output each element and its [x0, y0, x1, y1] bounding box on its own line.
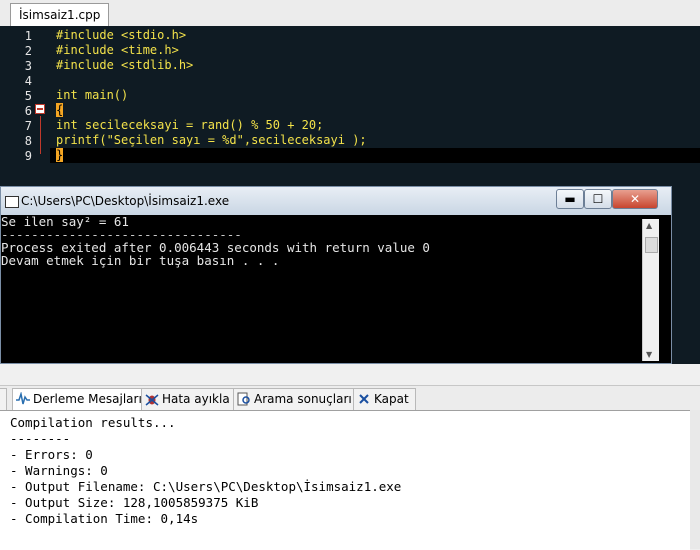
code-text: #include <stdio.h> #include <time.h> #in…	[56, 26, 367, 180]
tab-truncated[interactable]: r	[0, 388, 7, 411]
compile-log[interactable]: Compilation results... -------- - Errors…	[0, 410, 690, 550]
scroll-thumb[interactable]	[645, 237, 658, 253]
scroll-up-icon[interactable]: ▲	[646, 221, 652, 230]
line-number: 3	[24, 59, 32, 73]
line-number: 7	[24, 119, 32, 133]
log-line: - Warnings: 0	[10, 463, 108, 478]
line-number: 6	[24, 104, 32, 118]
fold-guide	[40, 116, 41, 154]
file-tab[interactable]: İsimsaiz1.cpp	[10, 3, 110, 26]
console-app-icon	[5, 196, 19, 208]
file-tab-label: İsimsaiz1.cpp	[19, 8, 101, 22]
close-button[interactable]: ✕	[612, 189, 658, 209]
console-output: Se ilen say² = 61 ----------------------…	[1, 215, 641, 363]
log-line: - Output Filename: C:\Users\PC\Desktop\İ…	[10, 479, 402, 494]
console-titlebar[interactable]: C:\Users\PC\Desktop\İsimsaiz1.exe ▬ ☐ ✕	[1, 187, 671, 215]
line-number: 1	[24, 29, 32, 43]
code-line: #include <time.h>	[56, 43, 179, 57]
line-number: 5	[24, 89, 32, 103]
close-x-icon	[359, 394, 369, 404]
code-line: }	[56, 148, 64, 163]
code-line: #include <stdlib.h>	[56, 58, 194, 72]
code-line: #include <stdio.h>	[56, 28, 187, 42]
log-line: Compilation results...	[10, 415, 176, 430]
brace-open: {	[56, 103, 64, 117]
bottom-panel-tabs: r Derleme Mesajları Hata ayıkla Arama so…	[0, 385, 700, 411]
log-line: --------	[10, 431, 71, 446]
editor-tabbar: İsimsaiz1.cpp	[0, 0, 700, 27]
bug-icon	[145, 394, 159, 406]
console-scrollbar[interactable]: ▲ ▼	[642, 219, 659, 361]
code-line: printf("Seçilen sayı = %d",secileceksayi…	[56, 133, 367, 147]
console-window[interactable]: C:\Users\PC\Desktop\İsimsaiz1.exe ▬ ☐ ✕ …	[0, 186, 672, 364]
tab-search-results[interactable]: Arama sonuçları	[233, 388, 359, 411]
waveform-icon	[16, 392, 30, 405]
editor-background-strip	[672, 186, 700, 364]
tab-label: Hata ayıkla	[162, 392, 230, 406]
code-line: {	[56, 103, 64, 118]
tab-debug[interactable]: Hata ayıkla	[141, 388, 237, 411]
code-editor[interactable]: 1 2 3 4 5 6 7 8 9 #include <stdio.h> #in…	[0, 26, 700, 186]
tab-label: Kapat	[374, 392, 409, 406]
line-number: 2	[24, 44, 32, 58]
search-doc-icon	[237, 392, 250, 406]
tab-close[interactable]: Kapat	[353, 388, 416, 411]
log-scrollbar[interactable]	[690, 410, 700, 549]
tab-label: Arama sonuçları	[254, 392, 352, 406]
current-line-highlight	[50, 148, 700, 163]
maximize-button[interactable]: ☐	[584, 189, 612, 209]
log-line: - Output Size: 128,1005859375 KiB	[10, 495, 259, 510]
tab-compile-messages[interactable]: Derleme Mesajları	[12, 388, 149, 410]
scroll-down-icon[interactable]: ▼	[646, 350, 652, 359]
brace-close: }	[56, 148, 64, 162]
code-line: int main()	[56, 88, 129, 102]
compile-log-text: Compilation results... -------- - Errors…	[10, 415, 401, 527]
log-line: - Compilation Time: 0,14s	[10, 511, 199, 526]
console-line: Devam etmek için bir tuşa basın . . .	[1, 253, 280, 268]
line-gutter: 1 2 3 4 5 6 7 8 9	[0, 26, 50, 186]
log-line: - Errors: 0	[10, 447, 93, 462]
line-number: 8	[24, 134, 32, 148]
fold-toggle-icon[interactable]	[35, 104, 45, 114]
console-title: C:\Users\PC\Desktop\İsimsaiz1.exe	[21, 194, 230, 208]
minimize-button[interactable]: ▬	[556, 189, 584, 209]
line-number: 4	[24, 74, 32, 88]
tab-label: Derleme Mesajları	[33, 392, 142, 406]
code-line: int secileceksayi = rand() % 50 + 20;	[56, 118, 324, 132]
line-number: 9	[24, 149, 32, 163]
